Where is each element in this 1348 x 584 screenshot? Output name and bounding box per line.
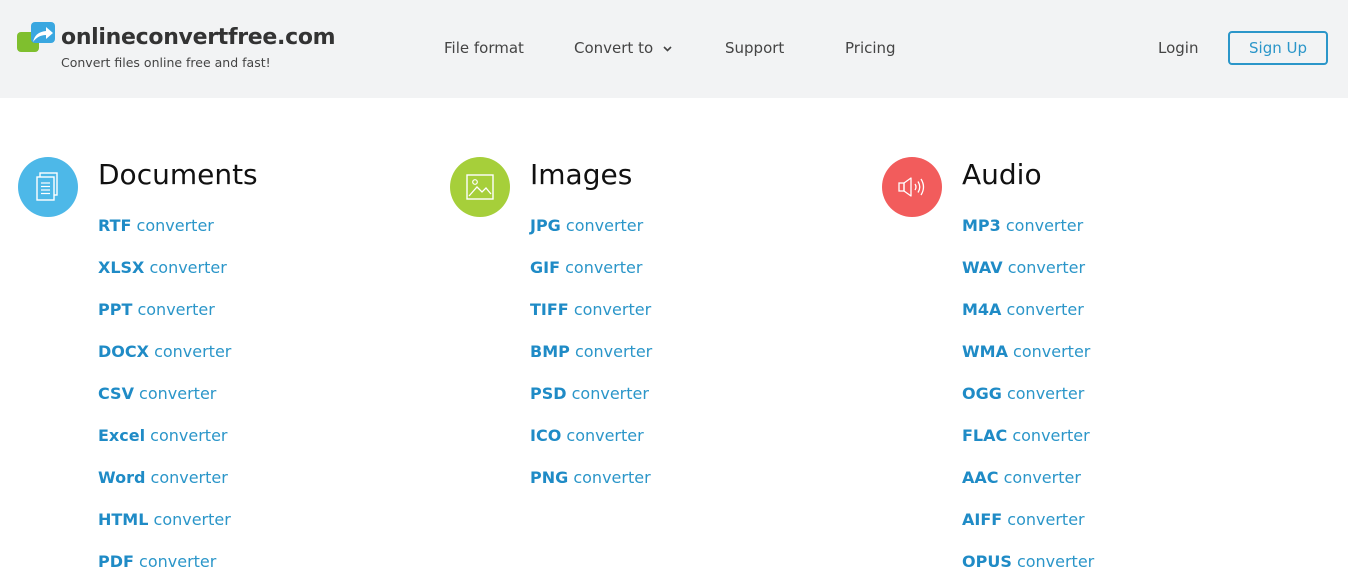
format-name: AAC <box>962 468 999 487</box>
tiff-converter-link[interactable]: TIFF converter <box>530 300 651 320</box>
format-name: HTML <box>98 510 149 529</box>
converter-suffix: converter <box>573 300 652 319</box>
documents-title: Documents <box>98 158 258 191</box>
converter-suffix: converter <box>574 342 653 361</box>
login-link[interactable]: Login <box>1158 38 1198 58</box>
converter-suffix: converter <box>1006 384 1085 403</box>
converter-suffix: converter <box>565 258 643 277</box>
bmp-converter-link[interactable]: BMP converter <box>530 342 652 362</box>
format-name: PSD <box>530 384 567 403</box>
ico-converter-link[interactable]: ICO converter <box>530 426 644 446</box>
format-name: PNG <box>530 468 569 487</box>
format-name: JPG <box>530 216 561 235</box>
csv-converter-link[interactable]: CSV converter <box>98 384 216 404</box>
format-name: FLAC <box>962 426 1008 445</box>
xlsx-converter-link[interactable]: XLSX converter <box>98 258 227 278</box>
format-name: M4A <box>962 300 1002 319</box>
converter-suffix: converter <box>139 384 217 403</box>
images-category-icon <box>450 157 510 217</box>
signup-button[interactable]: Sign Up <box>1228 31 1328 65</box>
wav-converter-link[interactable]: WAV converter <box>962 258 1085 278</box>
format-name: XLSX <box>98 258 145 277</box>
format-name: ICO <box>530 426 562 445</box>
format-name: Excel <box>98 426 146 445</box>
converter-suffix: converter <box>154 342 232 361</box>
docx-converter-link[interactable]: DOCX converter <box>98 342 231 362</box>
nav-pricing[interactable]: Pricing <box>845 38 896 58</box>
format-name: OGG <box>962 384 1002 403</box>
converter-suffix: converter <box>573 468 651 487</box>
nav-file-format-label: File format <box>444 39 524 57</box>
logo-name: onlineconvertfree.com <box>61 25 336 50</box>
pdf-converter-link[interactable]: PDF converter <box>98 552 216 572</box>
format-name: OPUS <box>962 552 1012 571</box>
converter-suffix: converter <box>1013 342 1091 361</box>
jpg-converter-link[interactable]: JPG converter <box>530 216 643 236</box>
format-name: AIFF <box>962 510 1003 529</box>
m4a-converter-link[interactable]: M4A converter <box>962 300 1084 320</box>
documents-category-icon <box>18 157 78 217</box>
opus-converter-link[interactable]: OPUS converter <box>962 552 1094 572</box>
images-title: Images <box>530 158 633 191</box>
nav-support[interactable]: Support <box>725 38 784 58</box>
converter-suffix: converter <box>139 552 217 571</box>
format-name: PPT <box>98 300 133 319</box>
converter-suffix: converter <box>1007 510 1085 529</box>
converter-suffix: converter <box>149 258 227 277</box>
format-name: WAV <box>962 258 1003 277</box>
converter-suffix: converter <box>150 468 228 487</box>
format-name: BMP <box>530 342 570 361</box>
html-converter-link[interactable]: HTML converter <box>98 510 231 530</box>
speaker-icon <box>898 177 925 197</box>
format-name: WMA <box>962 342 1008 361</box>
document-icon <box>36 172 58 201</box>
format-name: MP3 <box>962 216 1001 235</box>
converter-suffix: converter <box>1012 426 1090 445</box>
converter-suffix: converter <box>137 300 215 319</box>
image-icon <box>466 174 494 200</box>
converter-suffix: converter <box>153 510 231 529</box>
logo-tagline: Convert files online free and fast! <box>61 55 271 70</box>
logo-arrows-icon <box>17 22 55 52</box>
converter-suffix: converter <box>1016 552 1095 571</box>
converter-suffix: converter <box>566 426 644 445</box>
audio-category-icon <box>882 157 942 217</box>
format-name: CSV <box>98 384 134 403</box>
nav-convert-to[interactable]: Convert to <box>574 38 672 58</box>
converter-suffix: converter <box>1005 216 1084 235</box>
nav-convert-to-label: Convert to <box>574 39 654 57</box>
format-name: Word <box>98 468 146 487</box>
nav-support-label: Support <box>725 39 785 57</box>
mp3-converter-link[interactable]: MP3 converter <box>962 216 1083 236</box>
wma-converter-link[interactable]: WMA converter <box>962 342 1090 362</box>
converter-suffix: converter <box>136 216 214 235</box>
format-name: DOCX <box>98 342 149 361</box>
word-converter-link[interactable]: Word converter <box>98 468 228 488</box>
png-converter-link[interactable]: PNG converter <box>530 468 651 488</box>
ogg-converter-link[interactable]: OGG converter <box>962 384 1084 404</box>
psd-converter-link[interactable]: PSD converter <box>530 384 649 404</box>
aac-converter-link[interactable]: AAC converter <box>962 468 1081 488</box>
converter-suffix: converter <box>571 384 649 403</box>
converter-suffix: converter <box>1006 300 1084 319</box>
converter-suffix: converter <box>150 426 228 445</box>
format-name: RTF <box>98 216 132 235</box>
chevron-down-icon <box>663 46 672 52</box>
format-name: TIFF <box>530 300 569 319</box>
nav-file-format[interactable]: File format <box>444 38 524 58</box>
converter-suffix: converter <box>1007 258 1086 277</box>
ppt-converter-link[interactable]: PPT converter <box>98 300 215 320</box>
aiff-converter-link[interactable]: AIFF converter <box>962 510 1085 530</box>
nav-pricing-label: Pricing <box>845 39 896 57</box>
audio-title: Audio <box>962 158 1042 191</box>
site-header: onlineconvertfree.com Convert files onli… <box>0 0 1348 98</box>
flac-converter-link[interactable]: FLAC converter <box>962 426 1090 446</box>
rtf-converter-link[interactable]: RTF converter <box>98 216 214 236</box>
gif-converter-link[interactable]: GIF converter <box>530 258 642 278</box>
converter-suffix: converter <box>565 216 644 235</box>
format-name: PDF <box>98 552 134 571</box>
format-name: GIF <box>530 258 561 277</box>
converter-suffix: converter <box>1003 468 1081 487</box>
excel-converter-link[interactable]: Excel converter <box>98 426 227 446</box>
